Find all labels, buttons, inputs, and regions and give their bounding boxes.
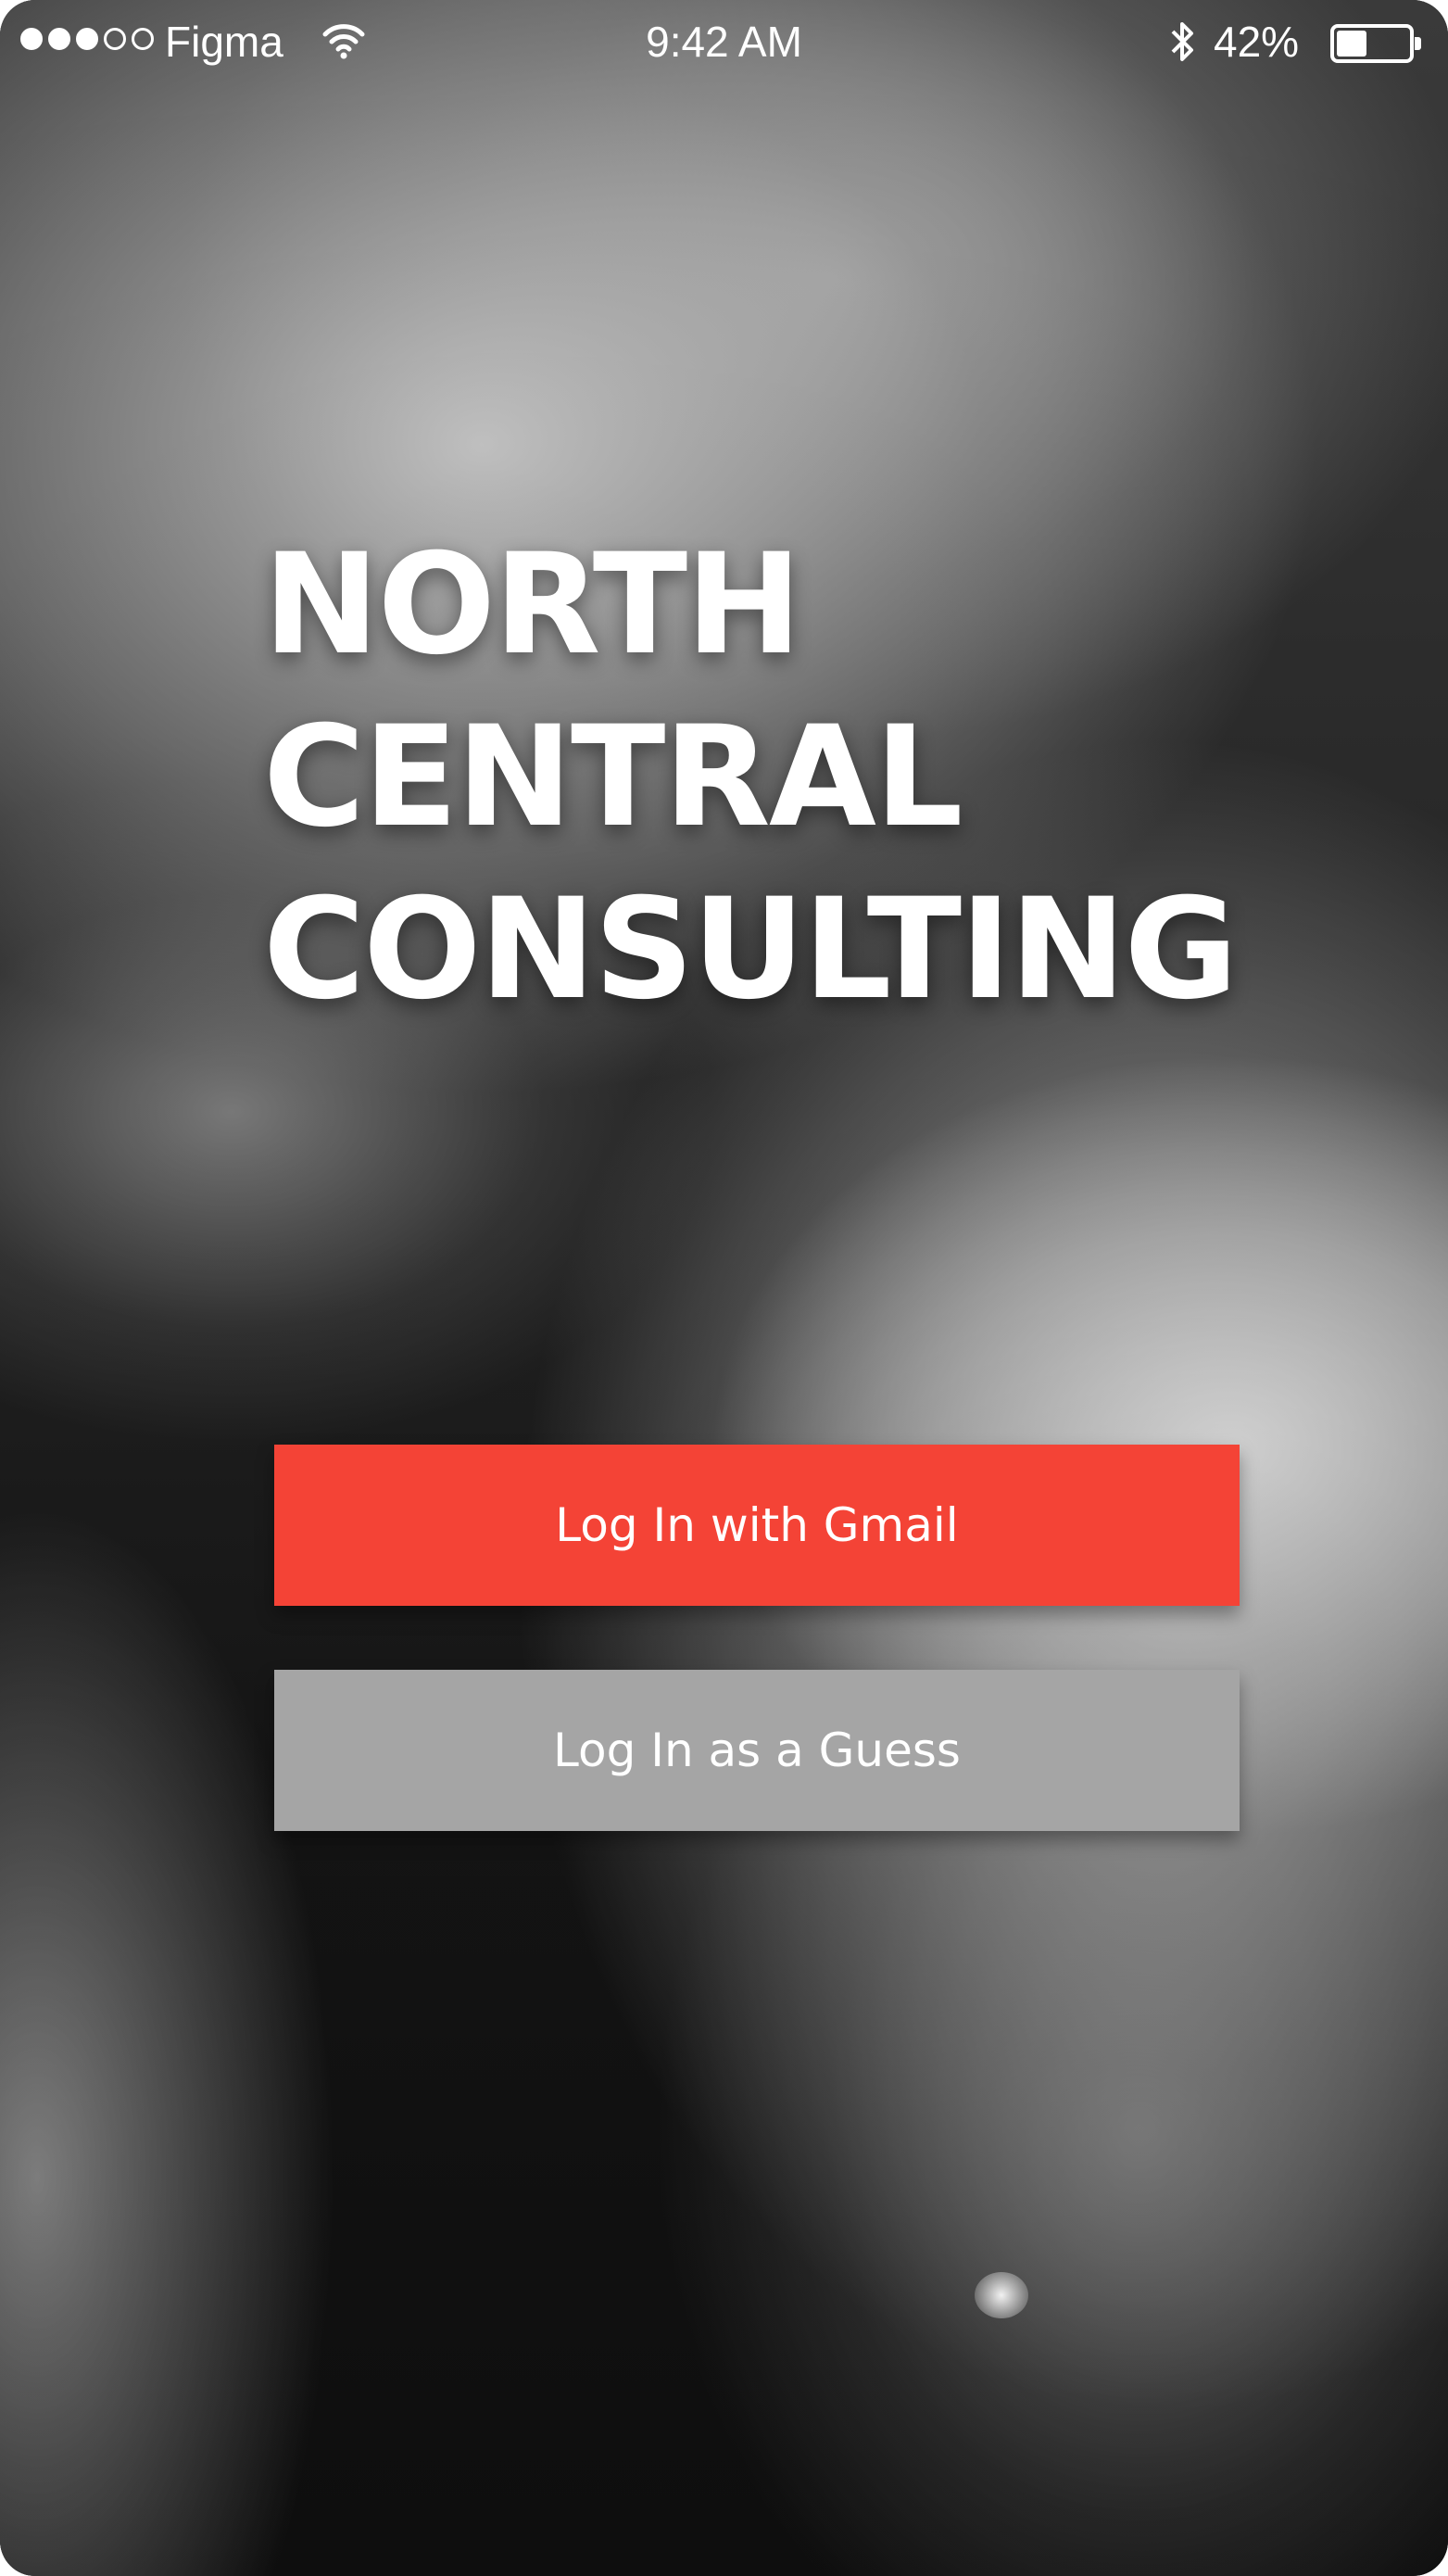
brand-title-line: CENTRAL: [263, 697, 963, 858]
brand-title-line: NORTH: [263, 524, 802, 686]
brand-title: NORTH CENTRAL CONSULTING: [263, 519, 1239, 1036]
battery-percentage: 42%: [1214, 18, 1300, 66]
bluetooth-icon: [1169, 19, 1197, 75]
guest-login-button[interactable]: Log In as a Guess: [274, 1670, 1240, 1831]
status-bar: Figma 9:42 AM 42%: [0, 0, 1448, 85]
battery-level-fill: [1337, 31, 1366, 57]
background-light-spot: [975, 2272, 1028, 2318]
battery-terminal: [1415, 37, 1421, 50]
brand-title-line: CONSULTING: [263, 869, 1239, 1030]
login-screen: Figma 9:42 AM 42% NORTH CENTRAL CONSULTI…: [0, 0, 1448, 2576]
battery-icon: [1330, 24, 1421, 63]
background-overlay: [0, 0, 1448, 2576]
gmail-login-button[interactable]: Log In with Gmail: [274, 1445, 1240, 1606]
